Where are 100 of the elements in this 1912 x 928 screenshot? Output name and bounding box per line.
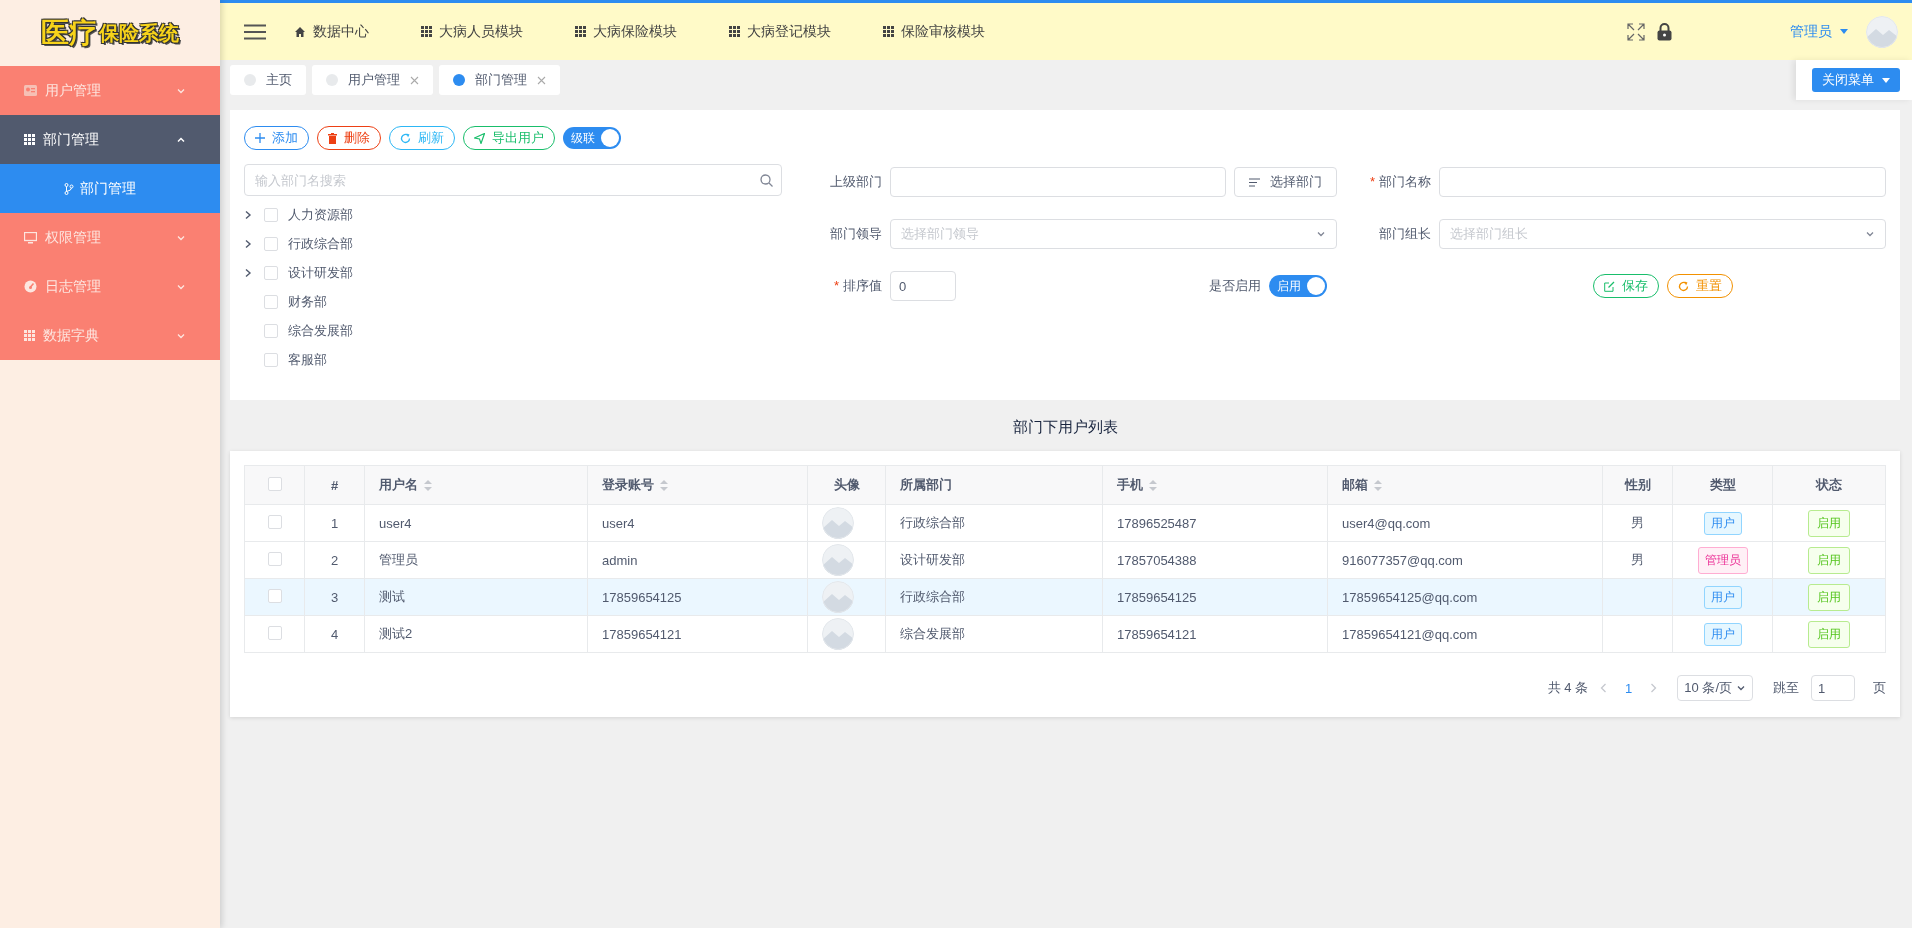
- tree-node-label[interactable]: 人力资源部: [288, 205, 353, 224]
- column-header: #: [330, 477, 339, 493]
- sort-icon[interactable]: [1149, 480, 1157, 492]
- lock-icon[interactable]: [1657, 22, 1672, 41]
- table-cell: 男: [1631, 515, 1644, 530]
- checkbox[interactable]: [264, 294, 278, 309]
- checkbox[interactable]: [267, 551, 282, 566]
- text-field[interactable]: [890, 167, 1226, 197]
- page-number[interactable]: 1: [1619, 680, 1639, 696]
- tree-node-label[interactable]: 客服部: [288, 350, 327, 369]
- checkbox[interactable]: [264, 265, 278, 280]
- field-label: 上级部门: [830, 174, 882, 189]
- sidebar-subitem[interactable]: 部门管理: [0, 164, 220, 213]
- fullscreen-icon[interactable]: [1627, 22, 1645, 41]
- sort-icon[interactable]: [424, 480, 432, 492]
- page-tab[interactable]: 部门管理: [439, 65, 560, 95]
- required-mark: *: [1369, 174, 1375, 189]
- tree-node-label[interactable]: 财务部: [288, 292, 327, 311]
- table-title: 部门下用户列表: [1011, 417, 1119, 437]
- close-menu-button[interactable]: 关闭菜单: [1812, 68, 1900, 92]
- page-jump-field[interactable]: 1: [1811, 675, 1855, 701]
- checkbox[interactable]: [264, 207, 278, 222]
- type-tag: 用户: [1703, 585, 1742, 609]
- sort-icon[interactable]: [1374, 480, 1382, 492]
- table-cell: 测试: [379, 589, 405, 604]
- required-mark: *: [833, 278, 839, 293]
- jump-label: 跳至: [1773, 679, 1799, 697]
- next-page-icon[interactable]: [1650, 683, 1658, 693]
- checkbox[interactable]: [264, 352, 278, 367]
- list-icon: [1249, 177, 1260, 187]
- chevron-down-icon: [1736, 683, 1746, 693]
- edit-icon: [1604, 280, 1615, 292]
- table-cell: admin: [602, 552, 638, 568]
- menu-icon[interactable]: [244, 23, 266, 40]
- table-cell: 管理员: [379, 552, 418, 567]
- column-header[interactable]: 邮箱: [1342, 477, 1368, 492]
- checkbox[interactable]: [267, 588, 282, 603]
- table-cell: 行政综合部: [900, 589, 965, 604]
- grid-icon: [24, 330, 35, 341]
- nav-item[interactable]: 大病人员模块: [415, 21, 529, 42]
- number-field[interactable]: 0: [890, 271, 956, 301]
- chevron-down-icon: [1316, 229, 1326, 239]
- column-header[interactable]: 手机: [1117, 477, 1143, 492]
- grid-icon: [421, 26, 432, 37]
- table-cell: 17859654125: [602, 589, 682, 605]
- table-cell: 设计研发部: [900, 552, 965, 567]
- page-size-select[interactable]: 10 条/页: [1677, 675, 1753, 701]
- checkbox[interactable]: [264, 236, 278, 251]
- page-tab[interactable]: 用户管理: [312, 65, 433, 95]
- column-header: 状态: [1816, 477, 1842, 492]
- previous-page-icon[interactable]: [1600, 683, 1608, 693]
- sort-icon[interactable]: [660, 480, 668, 492]
- nav-item[interactable]: 数据中心: [288, 21, 375, 42]
- page-tab[interactable]: 主页: [230, 65, 306, 95]
- cascade-switch[interactable]: 级联: [563, 127, 621, 149]
- toggle-switch[interactable]: 启用: [1269, 275, 1327, 297]
- select-department-button[interactable]: 选择部门: [1234, 167, 1337, 197]
- delete-button[interactable]: 删除: [317, 126, 381, 150]
- type-tag: 用户: [1703, 622, 1742, 646]
- text-field[interactable]: [1439, 167, 1886, 197]
- refresh-icon: [1678, 280, 1689, 292]
- table-cell: 17896525487: [1117, 515, 1197, 531]
- tree-node-label[interactable]: 设计研发部: [288, 263, 353, 282]
- table-cell: 1: [330, 515, 339, 531]
- table-cell: user4@qq.com: [1342, 515, 1431, 531]
- grid-icon: [24, 134, 35, 145]
- checkbox[interactable]: [267, 625, 282, 640]
- app-logo: 医疗保险系统: [40, 15, 180, 51]
- nav-item[interactable]: 大病登记模块: [723, 21, 837, 42]
- checkbox[interactable]: [267, 476, 282, 491]
- column-header: 所属部门: [900, 477, 952, 492]
- checkbox[interactable]: [267, 514, 282, 529]
- column-header: 类型: [1709, 477, 1736, 492]
- refresh-icon: [400, 132, 411, 144]
- home-icon: [294, 25, 306, 38]
- plus-icon: [255, 133, 265, 143]
- grid-icon: [575, 26, 586, 37]
- column-header[interactable]: 用户名: [379, 477, 418, 492]
- table-cell: 916077357@qq.com: [1342, 552, 1463, 568]
- nav-item[interactable]: 保险审核模块: [877, 21, 991, 42]
- caret-icon: [1882, 77, 1890, 83]
- type-tag: 用户: [1703, 511, 1742, 535]
- table-cell: 17859654121@qq.com: [1342, 626, 1478, 642]
- nav-item[interactable]: 大病保险模块: [569, 21, 683, 42]
- branch-icon: [64, 182, 74, 195]
- column-header[interactable]: 登录账号: [602, 477, 654, 492]
- field-label: 部门组长: [1379, 226, 1431, 241]
- sidebar-item[interactable]: 部门管理: [0, 115, 220, 164]
- table-cell: 17859654121: [1117, 626, 1197, 642]
- checkbox[interactable]: [264, 323, 278, 338]
- tree-node-label[interactable]: 综合发展部: [288, 321, 353, 340]
- tree-node-label[interactable]: 行政综合部: [288, 234, 353, 253]
- status-tag: 启用: [1808, 546, 1850, 574]
- table-cell: 行政综合部: [900, 515, 965, 530]
- close-icon[interactable]: [537, 75, 546, 85]
- close-icon[interactable]: [410, 75, 419, 85]
- add-button[interactable]: 添加: [244, 126, 309, 150]
- field-label: 排序值: [843, 278, 882, 293]
- table-cell: user4: [602, 515, 635, 531]
- avatar: [822, 507, 854, 539]
